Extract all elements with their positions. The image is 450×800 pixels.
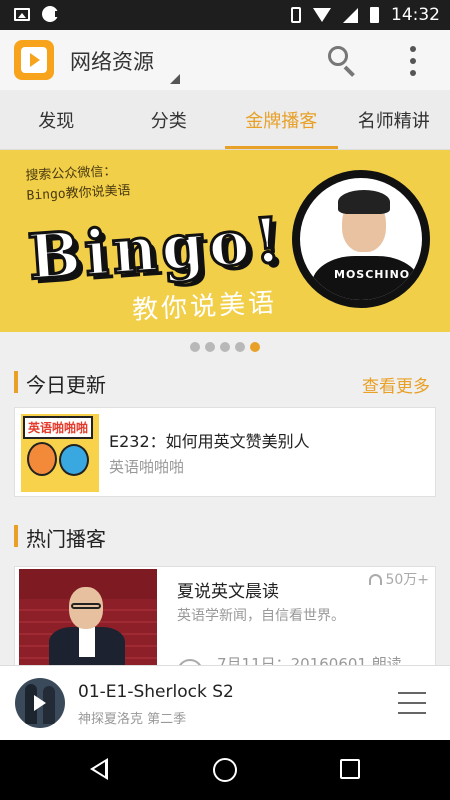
play-icon[interactable] — [34, 695, 46, 711]
system-nav-bar — [0, 740, 450, 800]
page-dot[interactable] — [205, 342, 215, 352]
sync-notification-icon — [42, 6, 61, 22]
back-icon[interactable] — [90, 758, 108, 780]
search-icon — [328, 46, 348, 66]
page-dot[interactable] — [235, 342, 245, 352]
recent-apps-icon[interactable] — [340, 759, 360, 779]
battery-icon — [370, 7, 379, 23]
app-title[interactable]: 网络资源 — [70, 46, 154, 76]
playlist-menu-button[interactable] — [398, 692, 426, 714]
banner-subtitle: 教你说美语 — [131, 288, 278, 326]
signal-icon — [343, 7, 358, 23]
album-title: 神探夏洛克 第二季 — [78, 712, 187, 727]
banner-headline: Bingo! — [24, 202, 288, 296]
list-item[interactable]: 夏说英文晨读 英语学新闻，自信看世界。 50万+ 7月11日：20160601 … — [14, 566, 436, 685]
image-notification-icon — [14, 7, 30, 21]
list-item[interactable]: 英语啪啪啪 E232：如何用英文赞美别人 英语啪啪啪 — [14, 407, 436, 497]
podcast-cover — [19, 569, 157, 669]
app-logo-icon — [14, 40, 54, 80]
page-dot[interactable] — [220, 342, 230, 352]
promo-banner[interactable]: 搜索公众微信： Bingo教你说美语 Bingo! 教你说美语 MOSCHINO — [0, 150, 450, 332]
section-title: 今日更新 — [26, 373, 106, 397]
wifi-icon — [313, 8, 331, 22]
headphone-icon — [369, 573, 383, 585]
tab-gold-podcasts[interactable]: 金牌播客 — [225, 90, 338, 149]
see-more-link[interactable]: 查看更多 — [362, 372, 430, 397]
banner-portrait: MOSCHINO — [292, 170, 430, 308]
tab-categories[interactable]: 分类 — [113, 90, 226, 149]
vibrate-icon — [291, 7, 301, 23]
search-button[interactable] — [326, 44, 360, 78]
tab-discover[interactable]: 发现 — [0, 90, 113, 149]
podcast-name: 英语啪啪啪 — [109, 458, 185, 476]
hot-podcasts-header: 热门播客 — [0, 522, 450, 552]
overflow-menu-button[interactable] — [402, 44, 424, 78]
podcast-title: 夏说英文晨读 — [177, 582, 279, 602]
status-bar: 14:32 — [0, 0, 450, 30]
tab-famous-teachers[interactable]: 名师精讲 — [338, 90, 450, 149]
home-icon[interactable] — [213, 758, 237, 782]
episode-title: E232：如何用英文赞美别人 — [109, 432, 310, 451]
podcast-description: 英语学新闻，自信看世界。 — [177, 608, 345, 624]
page-dot[interactable] — [190, 342, 200, 352]
dropdown-caret-icon[interactable] — [170, 74, 180, 84]
track-title: 01-E1-Sherlock S2 — [78, 682, 234, 702]
banner-search-hint: 搜索公众微信： Bingo教你说美语 — [25, 163, 131, 204]
mini-player[interactable]: 01-E1-Sherlock S2 神探夏洛克 第二季 — [0, 665, 450, 740]
tab-bar: 发现 分类 金牌播客 名师精讲 — [0, 90, 450, 150]
today-updates-header: 今日更新 查看更多 — [0, 368, 450, 398]
section-title: 热门播客 — [26, 527, 106, 551]
podcast-thumbnail: 英语啪啪啪 — [21, 414, 99, 492]
banner-page-indicator — [0, 342, 450, 352]
app-bar: 网络资源 — [0, 30, 450, 90]
page-dot-active[interactable] — [250, 342, 260, 352]
listen-count: 50万+ — [369, 569, 429, 589]
status-time: 14:32 — [391, 5, 440, 25]
